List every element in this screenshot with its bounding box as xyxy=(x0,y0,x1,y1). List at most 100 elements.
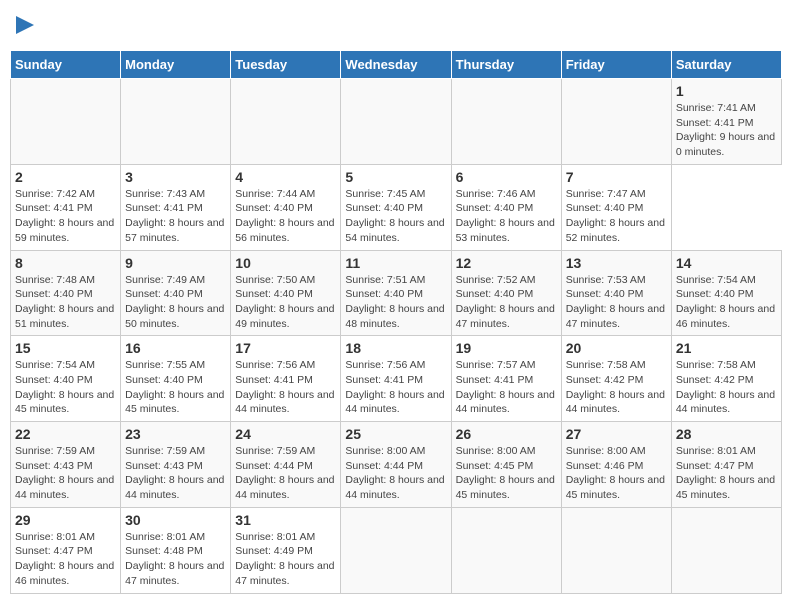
day-header-monday: Monday xyxy=(121,51,231,79)
calendar-day-cell: 9 Sunrise: 7:49 AMSunset: 4:40 PMDayligh… xyxy=(121,250,231,336)
day-number: 5 xyxy=(345,169,446,185)
day-info: Sunrise: 7:48 AMSunset: 4:40 PMDaylight:… xyxy=(15,273,116,332)
day-number: 8 xyxy=(15,255,116,271)
calendar-day-cell: 31 Sunrise: 8:01 AMSunset: 4:49 PMDaylig… xyxy=(231,507,341,593)
day-number: 31 xyxy=(235,512,336,528)
day-info: Sunrise: 7:53 AMSunset: 4:40 PMDaylight:… xyxy=(566,273,667,332)
day-info: Sunrise: 7:59 AMSunset: 4:43 PMDaylight:… xyxy=(125,444,226,503)
empty-cell xyxy=(11,79,121,165)
day-number: 6 xyxy=(456,169,557,185)
day-info: Sunrise: 7:44 AMSunset: 4:40 PMDaylight:… xyxy=(235,187,336,246)
day-number: 9 xyxy=(125,255,226,271)
day-number: 22 xyxy=(15,426,116,442)
calendar-week-row: 15 Sunrise: 7:54 AMSunset: 4:40 PMDaylig… xyxy=(11,336,782,422)
calendar-week-row: 1 Sunrise: 7:41 AMSunset: 4:41 PMDayligh… xyxy=(11,79,782,165)
calendar-day-cell: 6 Sunrise: 7:46 AMSunset: 4:40 PMDayligh… xyxy=(451,164,561,250)
calendar-day-cell: 29 Sunrise: 8:01 AMSunset: 4:47 PMDaylig… xyxy=(11,507,121,593)
day-info: Sunrise: 7:57 AMSunset: 4:41 PMDaylight:… xyxy=(456,358,557,417)
calendar-week-row: 22 Sunrise: 7:59 AMSunset: 4:43 PMDaylig… xyxy=(11,422,782,508)
empty-cell xyxy=(451,79,561,165)
day-info: Sunrise: 8:01 AMSunset: 4:48 PMDaylight:… xyxy=(125,530,226,589)
empty-cell xyxy=(121,79,231,165)
calendar-day-cell: 17 Sunrise: 7:56 AMSunset: 4:41 PMDaylig… xyxy=(231,336,341,422)
calendar-day-cell xyxy=(451,507,561,593)
calendar-week-row: 2 Sunrise: 7:42 AMSunset: 4:41 PMDayligh… xyxy=(11,164,782,250)
day-info: Sunrise: 7:42 AMSunset: 4:41 PMDaylight:… xyxy=(15,187,116,246)
day-info: Sunrise: 7:56 AMSunset: 4:41 PMDaylight:… xyxy=(235,358,336,417)
calendar-day-cell: 13 Sunrise: 7:53 AMSunset: 4:40 PMDaylig… xyxy=(561,250,671,336)
calendar-day-cell: 22 Sunrise: 7:59 AMSunset: 4:43 PMDaylig… xyxy=(11,422,121,508)
empty-cell xyxy=(231,79,341,165)
calendar-day-cell: 2 Sunrise: 7:42 AMSunset: 4:41 PMDayligh… xyxy=(11,164,121,250)
day-number: 18 xyxy=(345,340,446,356)
day-info: Sunrise: 7:45 AMSunset: 4:40 PMDaylight:… xyxy=(345,187,446,246)
calendar-day-cell: 23 Sunrise: 7:59 AMSunset: 4:43 PMDaylig… xyxy=(121,422,231,508)
day-info: Sunrise: 8:01 AMSunset: 4:47 PMDaylight:… xyxy=(15,530,116,589)
day-header-thursday: Thursday xyxy=(451,51,561,79)
day-number: 25 xyxy=(345,426,446,442)
calendar-day-cell: 20 Sunrise: 7:58 AMSunset: 4:42 PMDaylig… xyxy=(561,336,671,422)
calendar-day-cell: 25 Sunrise: 8:00 AMSunset: 4:44 PMDaylig… xyxy=(341,422,451,508)
day-info: Sunrise: 7:56 AMSunset: 4:41 PMDaylight:… xyxy=(345,358,446,417)
day-number: 12 xyxy=(456,255,557,271)
day-info: Sunrise: 7:47 AMSunset: 4:40 PMDaylight:… xyxy=(566,187,667,246)
day-number: 10 xyxy=(235,255,336,271)
day-number: 30 xyxy=(125,512,226,528)
calendar-day-cell: 7 Sunrise: 7:47 AMSunset: 4:40 PMDayligh… xyxy=(561,164,671,250)
day-number: 14 xyxy=(676,255,777,271)
day-number: 3 xyxy=(125,169,226,185)
calendar-day-cell: 5 Sunrise: 7:45 AMSunset: 4:40 PMDayligh… xyxy=(341,164,451,250)
empty-cell xyxy=(341,79,451,165)
day-info: Sunrise: 7:50 AMSunset: 4:40 PMDaylight:… xyxy=(235,273,336,332)
calendar-day-cell: 8 Sunrise: 7:48 AMSunset: 4:40 PMDayligh… xyxy=(11,250,121,336)
day-info: Sunrise: 8:00 AMSunset: 4:44 PMDaylight:… xyxy=(345,444,446,503)
day-header-friday: Friday xyxy=(561,51,671,79)
calendar-day-cell: 30 Sunrise: 8:01 AMSunset: 4:48 PMDaylig… xyxy=(121,507,231,593)
day-header-tuesday: Tuesday xyxy=(231,51,341,79)
day-info: Sunrise: 7:49 AMSunset: 4:40 PMDaylight:… xyxy=(125,273,226,332)
calendar-day-cell: 27 Sunrise: 8:00 AMSunset: 4:46 PMDaylig… xyxy=(561,422,671,508)
day-info: Sunrise: 7:41 AMSunset: 4:41 PMDaylight:… xyxy=(676,101,777,160)
logo-icon xyxy=(10,10,40,40)
calendar-header-row: SundayMondayTuesdayWednesdayThursdayFrid… xyxy=(11,51,782,79)
day-info: Sunrise: 7:58 AMSunset: 4:42 PMDaylight:… xyxy=(676,358,777,417)
day-info: Sunrise: 7:55 AMSunset: 4:40 PMDaylight:… xyxy=(125,358,226,417)
day-number: 15 xyxy=(15,340,116,356)
calendar-day-cell: 1 Sunrise: 7:41 AMSunset: 4:41 PMDayligh… xyxy=(671,79,781,165)
day-header-wednesday: Wednesday xyxy=(341,51,451,79)
day-info: Sunrise: 8:00 AMSunset: 4:46 PMDaylight:… xyxy=(566,444,667,503)
page-header xyxy=(10,10,782,40)
logo xyxy=(10,10,44,40)
calendar-day-cell xyxy=(671,507,781,593)
day-info: Sunrise: 7:59 AMSunset: 4:44 PMDaylight:… xyxy=(235,444,336,503)
calendar-day-cell: 21 Sunrise: 7:58 AMSunset: 4:42 PMDaylig… xyxy=(671,336,781,422)
calendar-table: SundayMondayTuesdayWednesdayThursdayFrid… xyxy=(10,50,782,594)
calendar-day-cell: 26 Sunrise: 8:00 AMSunset: 4:45 PMDaylig… xyxy=(451,422,561,508)
day-number: 7 xyxy=(566,169,667,185)
day-info: Sunrise: 7:54 AMSunset: 4:40 PMDaylight:… xyxy=(15,358,116,417)
day-number: 26 xyxy=(456,426,557,442)
day-number: 13 xyxy=(566,255,667,271)
day-number: 2 xyxy=(15,169,116,185)
day-info: Sunrise: 8:01 AMSunset: 4:49 PMDaylight:… xyxy=(235,530,336,589)
day-info: Sunrise: 7:54 AMSunset: 4:40 PMDaylight:… xyxy=(676,273,777,332)
calendar-day-cell: 24 Sunrise: 7:59 AMSunset: 4:44 PMDaylig… xyxy=(231,422,341,508)
calendar-day-cell: 11 Sunrise: 7:51 AMSunset: 4:40 PMDaylig… xyxy=(341,250,451,336)
day-info: Sunrise: 7:51 AMSunset: 4:40 PMDaylight:… xyxy=(345,273,446,332)
calendar-day-cell: 14 Sunrise: 7:54 AMSunset: 4:40 PMDaylig… xyxy=(671,250,781,336)
calendar-day-cell xyxy=(561,507,671,593)
calendar-day-cell xyxy=(341,507,451,593)
calendar-day-cell: 15 Sunrise: 7:54 AMSunset: 4:40 PMDaylig… xyxy=(11,336,121,422)
empty-cell xyxy=(561,79,671,165)
day-info: Sunrise: 8:01 AMSunset: 4:47 PMDaylight:… xyxy=(676,444,777,503)
day-number: 24 xyxy=(235,426,336,442)
day-info: Sunrise: 7:58 AMSunset: 4:42 PMDaylight:… xyxy=(566,358,667,417)
day-info: Sunrise: 7:46 AMSunset: 4:40 PMDaylight:… xyxy=(456,187,557,246)
day-number: 27 xyxy=(566,426,667,442)
calendar-day-cell: 4 Sunrise: 7:44 AMSunset: 4:40 PMDayligh… xyxy=(231,164,341,250)
day-info: Sunrise: 8:00 AMSunset: 4:45 PMDaylight:… xyxy=(456,444,557,503)
day-info: Sunrise: 7:59 AMSunset: 4:43 PMDaylight:… xyxy=(15,444,116,503)
calendar-week-row: 8 Sunrise: 7:48 AMSunset: 4:40 PMDayligh… xyxy=(11,250,782,336)
calendar-week-row: 29 Sunrise: 8:01 AMSunset: 4:47 PMDaylig… xyxy=(11,507,782,593)
calendar-day-cell: 3 Sunrise: 7:43 AMSunset: 4:41 PMDayligh… xyxy=(121,164,231,250)
